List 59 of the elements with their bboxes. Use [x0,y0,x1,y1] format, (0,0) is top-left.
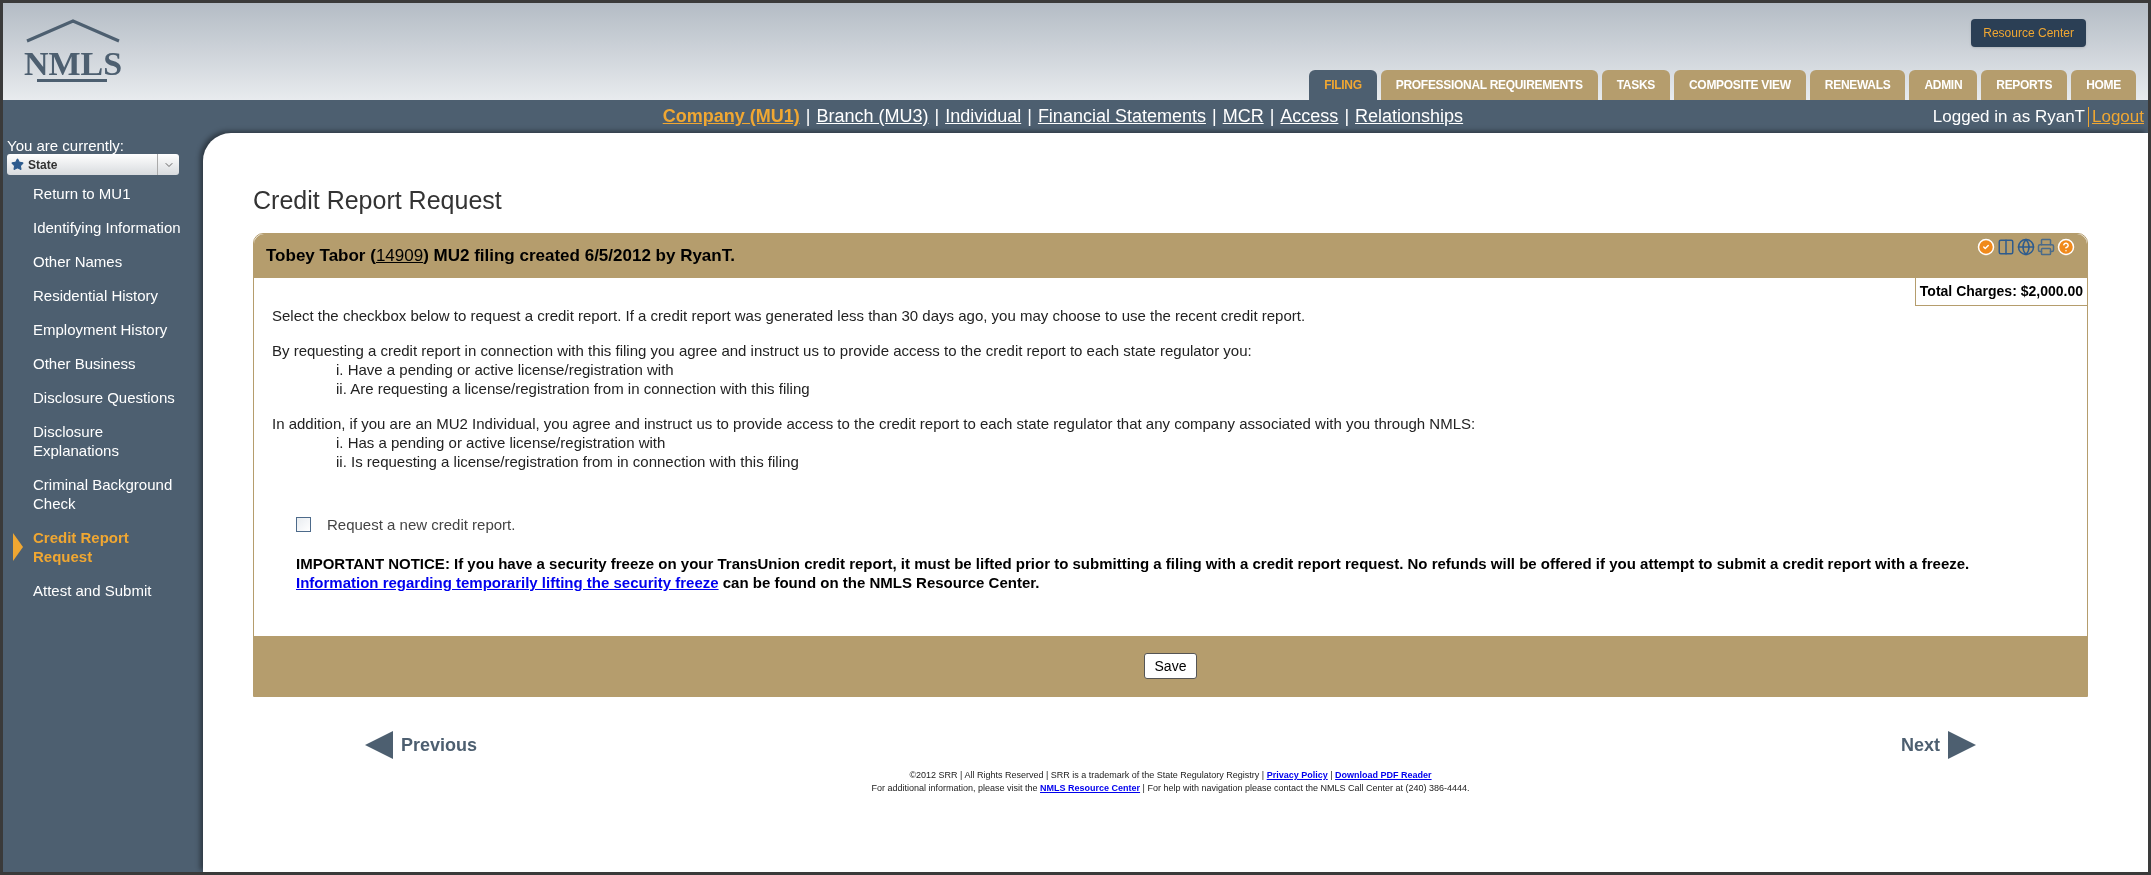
sidebar-item[interactable]: Other Names [33,252,183,271]
section-link[interactable]: Access [1280,103,1339,130]
sidebar-item[interactable]: Disclosure Questions [33,388,183,407]
agreement-text: In addition, if you are an MU2 Individual, you agree and instruct us to provide access to the credit report to each state regulator that any company associated with you through NMLS: [272,414,1477,433]
footer-link[interactable]: Privacy Policy [1266,770,1328,780]
agreement-text: By requesting a credit report in connection with this filing you agree and instruct us to provide access to the credit report to each state regulator you: [272,341,1253,360]
separator: | [1211,105,1217,128]
request-checkbox[interactable] [296,517,311,532]
important-notice: IMPORTANT NOTICE: If you have a security freeze on your TransUnion credit report, it must be lifted prior to submitting a filing with a credit report request. No refunds will be offered if you attempt to submit a credit report with a freeze. Information regarding temporarily lifting the security freeze can be found on the NMLS Resource Center. [296,554,1971,592]
help-icon[interactable] [2057,238,2075,256]
next-button[interactable]: Next [1901,731,1976,759]
sidebar-item[interactable]: Employment History [33,320,183,339]
agreement-item: ii. Is requesting a license/registration from in connection with this filing [335,452,800,471]
total-charges: Total Charges: $2,000.00 [1914,278,2087,306]
check-icon[interactable] [1977,238,1995,256]
globe-icon[interactable] [2017,238,2035,256]
footer-link[interactable]: Download PDF Reader [1335,770,1432,780]
section-link[interactable]: MCR [1222,103,1264,130]
expand-icon[interactable] [1997,238,2015,256]
logo-drawing: NMLS [23,18,123,85]
separator: | [934,105,940,128]
sidebar-item[interactable]: Return to MU1 [33,184,183,203]
filing-id-link[interactable]: 14909 [375,246,424,266]
star-icon [11,158,24,171]
sidebar-item[interactable]: Criminal Background Check [33,475,183,513]
logged-in-text: Logged in as RyanT [1932,105,2085,128]
agreement-item: i. Has a pending or active license/registration with [335,433,667,452]
sidebar-item[interactable]: Residential History [33,286,183,305]
footer-text: For additional information, please visit the NMLS Resource Center | For help with navigation please contact the NMLS Call Center at (240) 386-4444. [871,782,1470,795]
sidebar-item[interactable]: Attest and Submit [33,581,183,600]
sidebar-item[interactable]: Other Business [33,354,183,373]
print-icon[interactable] [2037,238,2055,256]
separator: | [1269,105,1275,128]
filing-title: Tobey Tabor (14909) MU2 filing created 6/5/2012 by RyanT. [266,245,735,268]
section-link[interactable]: Branch (MU3) [816,103,929,130]
agreement-item: ii. Are requesting a license/registration from in connection with this filing [335,379,811,398]
section-link[interactable]: Relationships [1355,103,1464,130]
right-arrow-icon [1948,731,1976,759]
checkbox-label: Request a new credit report. [327,515,516,534]
separator: | [805,105,811,128]
sidebar-item[interactable]: Identifying Information [33,218,183,237]
security-freeze-link[interactable]: Information regarding temporarily lifting the security freeze [296,574,719,591]
current-step-icon [13,533,23,561]
footer-link[interactable]: NMLS Resource Center [1040,783,1141,793]
agreement-item: i. Have a pending or active license/registration with [335,360,675,379]
previous-button[interactable]: Previous [365,731,478,759]
separator: | [1027,105,1032,128]
context-label: You are currently: [7,138,125,154]
section-link[interactable]: Individual [945,103,1022,130]
resource-center-button[interactable]: Resource Center [1971,19,2086,47]
sidebar-item[interactable]: Disclosure Explanations [33,422,183,460]
left-arrow-icon [365,731,393,759]
page-title: Credit Report Request [253,185,503,215]
context-dropdown[interactable]: State [7,154,179,175]
footer-text: ©2012 SRR | All Rights Reserved | SRR is a trademark of the State Regulatory Registry | Privacy Policy | Download PDF Reader [909,769,1432,782]
intro-text: Select the checkbox below to request a credit report. If a credit report was generated less than 30 days ago, you may choose to use the recent credit report. [272,306,1307,325]
save-button[interactable]: Save [1143,653,1198,679]
section-link[interactable]: Financial Statements [1037,103,1206,130]
separator: | [1344,105,1350,128]
